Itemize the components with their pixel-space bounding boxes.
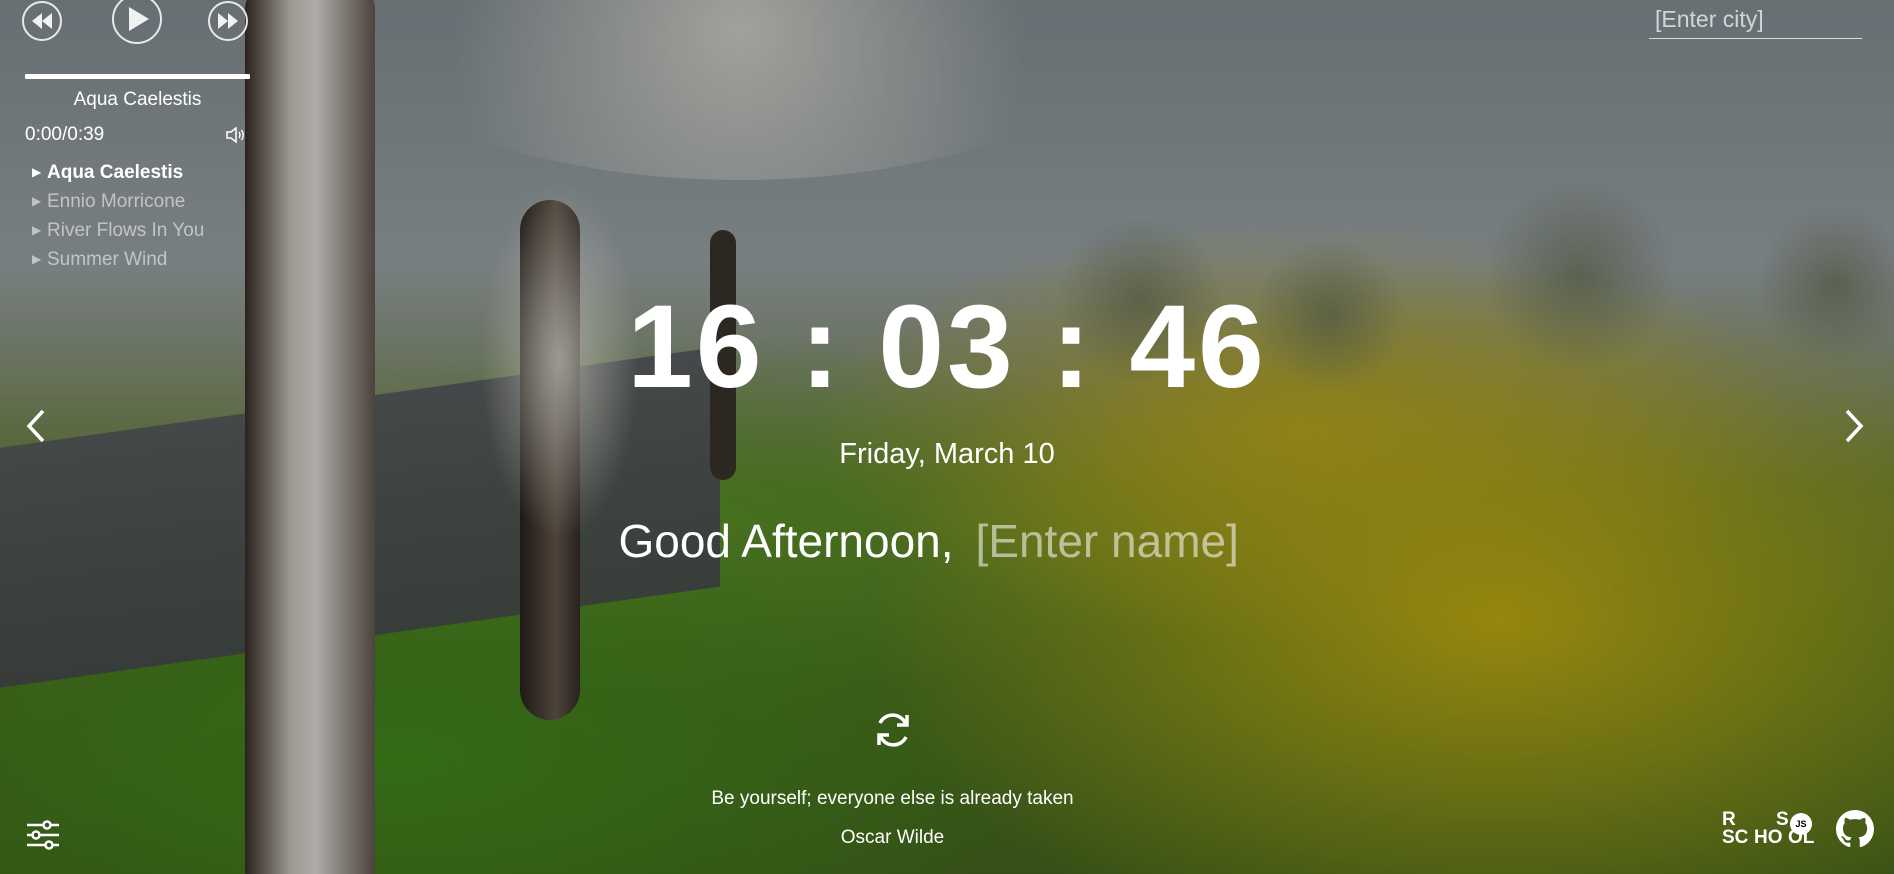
background-image: [0, 0, 1894, 874]
audio-player: [20, 0, 250, 44]
github-icon[interactable]: [1836, 810, 1874, 848]
playlist-item[interactable]: ▶ Summer Wind: [32, 245, 204, 274]
next-track-button[interactable]: [208, 1, 248, 41]
play-small-icon: ▶: [32, 165, 42, 179]
fast-forward-icon: [218, 13, 238, 29]
play-small-icon: ▶: [32, 223, 42, 237]
rs-school-logo[interactable]: R S SC HO OL JS: [1722, 810, 1826, 851]
play-button[interactable]: [112, 0, 162, 44]
greeting-text: Good Afternoon,: [618, 515, 954, 567]
prev-track-button[interactable]: [22, 1, 62, 41]
sliders-icon[interactable]: [26, 820, 60, 850]
track-time: 0:00/0:39: [25, 124, 105, 145]
playlist-item[interactable]: ▶ River Flows In You: [32, 216, 204, 245]
play-small-icon: ▶: [32, 194, 42, 208]
logo-letter: SC: [1722, 827, 1749, 848]
play-small-icon: ▶: [32, 252, 42, 266]
quote-text: Be yourself; everyone else is already ta…: [711, 788, 1074, 809]
quote-author: Oscar Wilde: [840, 827, 945, 848]
rewind-icon: [32, 13, 52, 29]
change-quote-button[interactable]: [870, 707, 916, 753]
playlist-item-label: Summer Wind: [47, 249, 168, 270]
playlist-item-label: River Flows In You: [47, 220, 205, 241]
city-input[interactable]: [1649, 0, 1862, 39]
clock-time: 16 : 03 : 46: [627, 281, 1267, 413]
playlist: ▶ Aqua Caelestis ▶ Ennio Morricone ▶ River …: [32, 158, 204, 274]
logo-letter: HO: [1754, 827, 1783, 848]
js-badge: JS: [1790, 813, 1812, 835]
player-controls: [20, 0, 250, 44]
greeting-container: Good Afternoon,: [0, 510, 1894, 572]
name-input[interactable]: [975, 510, 1276, 572]
playlist-item[interactable]: ▶ Ennio Morricone: [32, 187, 204, 216]
track-progress-bar[interactable]: [25, 74, 250, 79]
current-track-title: Aqua Caelestis: [73, 89, 202, 110]
volume-icon[interactable]: [226, 126, 246, 144]
playlist-item-label: Aqua Caelestis: [47, 162, 184, 183]
playlist-item[interactable]: ▶ Aqua Caelestis: [32, 158, 204, 187]
refresh-icon: [877, 713, 909, 747]
background-dim-overlay: [0, 0, 1894, 874]
date-text: Friday, March 10: [839, 438, 1055, 470]
play-icon: [129, 7, 149, 31]
playlist-item-label: Ennio Morricone: [47, 191, 186, 212]
